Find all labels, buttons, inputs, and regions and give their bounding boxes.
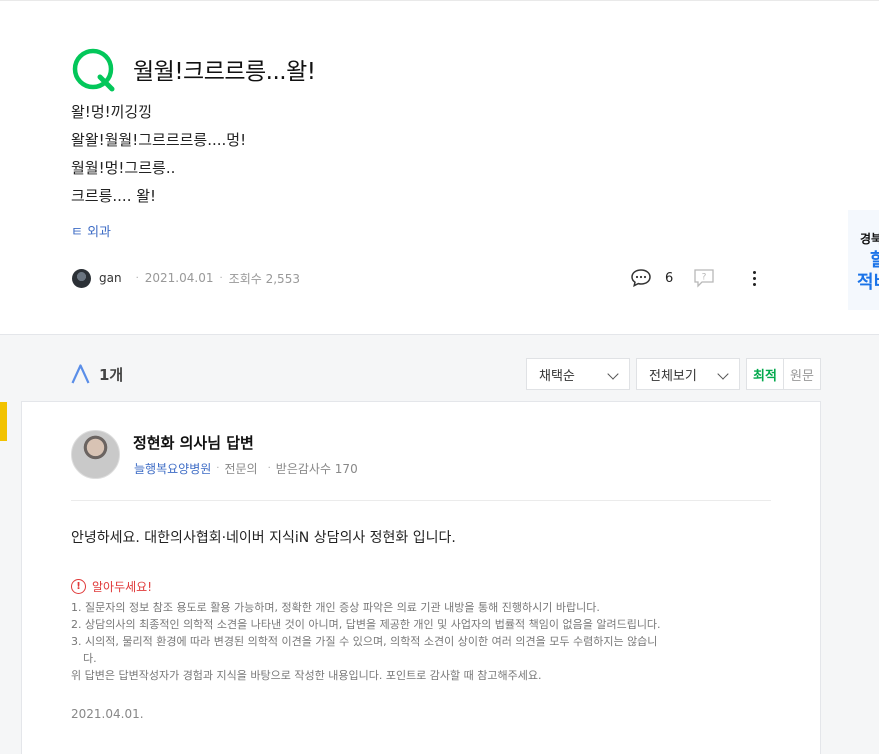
question-body-line: 왈왈!월월!그르르르릉....멍!	[71, 131, 247, 149]
chevron-down-icon	[717, 368, 729, 380]
warning-icon: !	[71, 578, 86, 594]
meta-separator: ·	[219, 272, 223, 284]
answer-date: 2021.04.01.	[71, 707, 144, 721]
question-body-line: 월월!멍!그르릉..	[71, 159, 176, 177]
meta-separator: ·	[267, 463, 271, 474]
meta-separator: ·	[135, 272, 139, 284]
hospital-link[interactable]: 늘행복요양병원	[134, 460, 211, 477]
answer-a-icon	[71, 364, 90, 384]
notice-title-text: 알아두세요!	[92, 579, 153, 594]
meta-separator: ·	[216, 463, 220, 474]
sort-select-value: 채택순	[539, 368, 575, 384]
notice-item: 2. 상담의사의 최종적인 의학적 소견을 나타낸 것이 아니며, 답변을 제공…	[71, 618, 661, 631]
question-q-icon	[72, 48, 115, 92]
answer-mode-toggle: 최적 원문	[746, 358, 821, 390]
author-avatar[interactable]	[72, 268, 91, 288]
answerer-name[interactable]: 정현화 의사님 답변	[133, 432, 254, 453]
author-name[interactable]: gan	[99, 271, 122, 285]
side-marker	[0, 402, 7, 441]
view-filter-value: 전체보기	[649, 368, 697, 384]
ad-text: 적비	[857, 272, 879, 293]
toggle-best[interactable]: 최적	[747, 359, 784, 389]
answer-count: 1개	[99, 366, 124, 384]
top-divider	[0, 0, 879, 1]
question-date: 2021.04.01	[144, 271, 214, 285]
question-actions: 6 ?	[630, 266, 757, 290]
notice-item: 1. 질문자의 정보 참조 용도로 활용 가능하며, 정확한 개인 증상 파악은…	[71, 601, 600, 614]
report-icon[interactable]: ?	[693, 268, 715, 288]
notice-title: ! 알아두세요!	[71, 577, 661, 595]
question-meta: gan · 2021.04.01 · 조회수 2,553	[72, 268, 300, 288]
notice-item: 3. 시의적, 물리적 환경에 따라 변경된 의학적 이견을 가질 수 있으며,…	[71, 635, 658, 648]
doctor-role: 전문의	[224, 462, 258, 476]
answer-greeting: 안녕하세요. 대한의사협회·네이버 지식iN 상담의사 정현화 입니다.	[71, 530, 456, 546]
notice-item: 다.	[83, 652, 97, 665]
notice-box: ! 알아두세요! 1. 질문자의 정보 참조 용도로 활용 가능하며, 정확한 …	[71, 577, 661, 684]
view-filter-select[interactable]: 전체보기	[636, 358, 740, 390]
thanks-count: 받은감사수 170	[275, 462, 358, 476]
answerer-meta: 늘행복요양병원 · 전문의 · 받은감사수 170	[134, 460, 358, 477]
question-body-line: 크르릉.... 왈!	[71, 187, 157, 205]
question-body: 왈!멍!끼깅낑 왈왈!월월!그르르르릉....멍! 월월!멍!그르릉.. 크르릉…	[71, 101, 246, 213]
comment-icon[interactable]	[630, 268, 652, 288]
question-section: 월월!크르르릉...왈! 왈!멍!끼깅낑 왈왈!월월!그르르르릉....멍! 월…	[0, 0, 879, 335]
chevron-down-icon	[607, 368, 619, 380]
view-count: 조회수 2,553	[228, 271, 300, 286]
question-title: 월월!크르르릉...왈!	[133, 59, 316, 85]
answer-card: 정현화 의사님 답변 늘행복요양병원 · 전문의 · 받은감사수 170 안녕하…	[21, 401, 821, 754]
doctor-avatar[interactable]	[71, 430, 120, 479]
question-body-line: 왈!멍!끼깅낑	[71, 103, 153, 121]
more-menu-icon[interactable]	[751, 270, 757, 286]
svg-text:?: ?	[702, 273, 707, 283]
answer-divider	[71, 500, 771, 501]
comment-count: 6	[665, 270, 674, 286]
category-link[interactable]: ㅌ 외과	[71, 221, 111, 240]
toggle-original[interactable]: 원문	[784, 359, 820, 389]
sort-select[interactable]: 채택순	[526, 358, 630, 390]
ad-text: 경북	[860, 232, 879, 246]
side-ad-banner[interactable]: 경북 할 적비	[848, 210, 879, 310]
notice-item: 위 답변은 답변작성자가 경험과 지식을 바탕으로 작성한 내용입니다. 포인트…	[71, 669, 542, 682]
